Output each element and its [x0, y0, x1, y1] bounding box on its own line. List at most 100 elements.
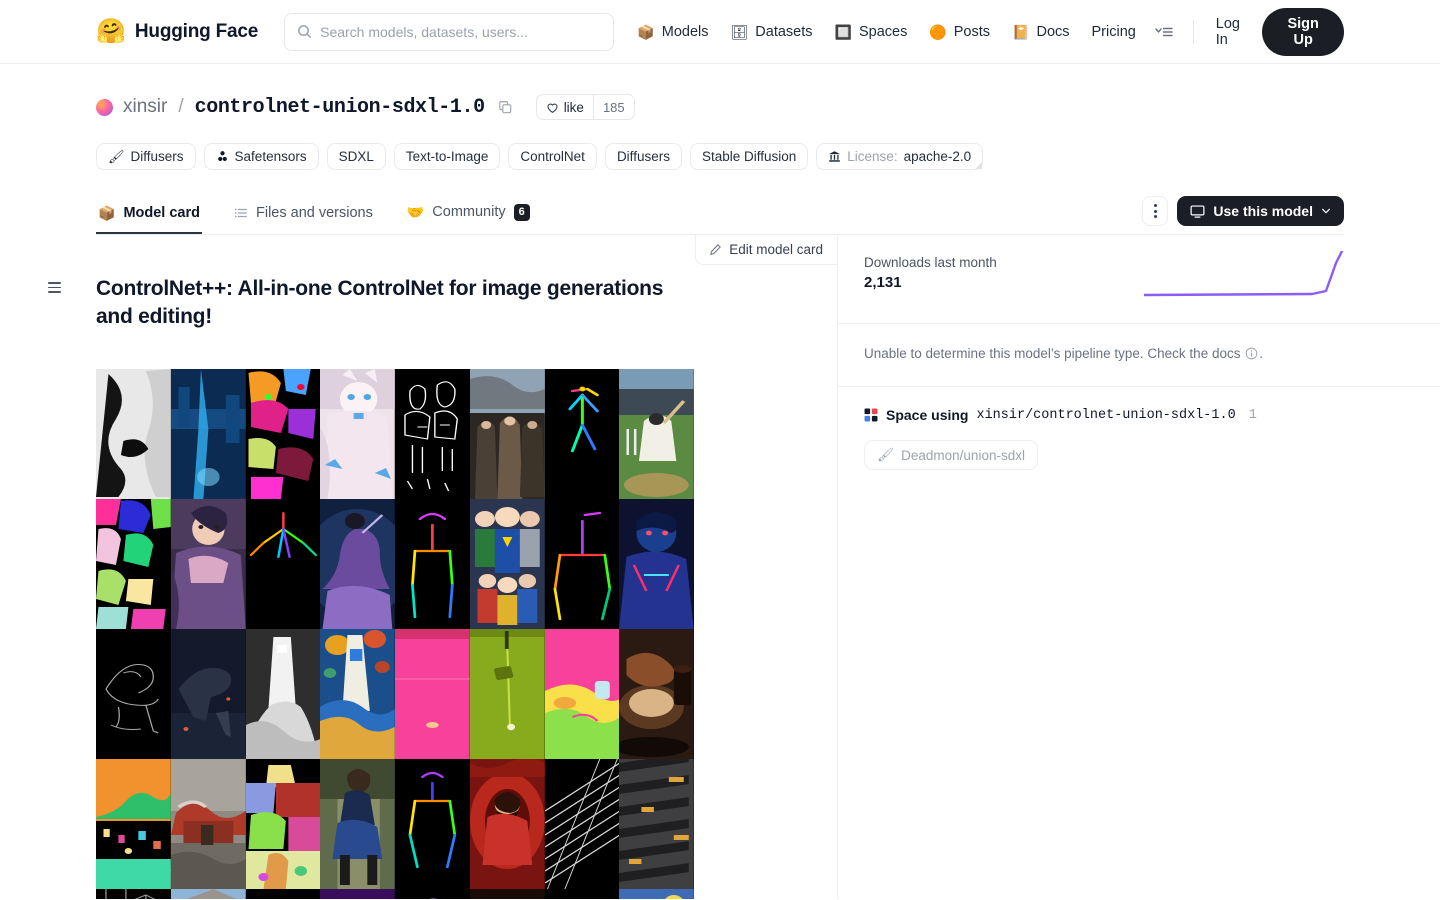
nav-item-models-label: Models [661, 23, 709, 40]
nav-item-posts-label: Posts [953, 23, 991, 40]
chevron-down-icon [1322, 208, 1330, 214]
collage-cell [395, 498, 470, 629]
more-options-button[interactable] [1142, 196, 1169, 226]
owner-avatar[interactable] [96, 98, 113, 116]
page-title: controlnet-union-sdxl-1.0 [194, 95, 485, 119]
collage-cell [245, 758, 321, 889]
tab-files-and-versions[interactable]: Files and versions [232, 199, 375, 234]
tag-label: Text-to-Image [405, 149, 489, 164]
space-item-deadmon-union-sdxl[interactable]: 🖌 Deadmon/union-sdxl [864, 440, 1038, 471]
info-icon[interactable] [1245, 346, 1258, 366]
use-this-model-label: Use this model [1213, 203, 1313, 219]
model-tabs: 📦 Model card Files and versions 🤝 Commun… [96, 198, 532, 234]
collage-cell [170, 368, 246, 499]
spaces-model-name[interactable]: xinsir/controlnet-union-sdxl-1.0 [976, 408, 1235, 423]
files-icon [234, 208, 247, 218]
collage-cell [619, 758, 694, 889]
model-sidebar: Downloads last month 2,131 Unable to det… [838, 235, 1440, 900]
tab-model-card[interactable]: 📦 Model card [96, 199, 202, 234]
collage-cell [96, 758, 171, 889]
downloads-text-block: Downloads last month 2,131 [864, 255, 997, 291]
model-tabs-row: 📦 Model card Files and versions 🤝 Commun… [96, 196, 1344, 235]
search-box[interactable] [284, 12, 615, 51]
title-separator: / [178, 96, 184, 117]
tab-community-label: Community [432, 204, 506, 221]
collage-cell [395, 628, 470, 759]
collage-cell [469, 368, 545, 499]
tag-label: Diffusers [130, 149, 184, 164]
nav-item-docs-label: Docs [1036, 23, 1070, 40]
cube-icon: 📦 [98, 205, 116, 221]
collage-cell [395, 888, 470, 899]
use-this-model-button[interactable]: Use this model [1177, 196, 1344, 226]
edit-model-card-label: Edit model card [729, 242, 823, 257]
downloads-label: Downloads last month [864, 255, 997, 270]
collage-cell [619, 498, 694, 629]
spaces-heading: Space using xinsir/controlnet-union-sdxl… [864, 407, 1344, 423]
tag-license[interactable]: License: apache-2.0 [816, 143, 984, 170]
tag-label: SDXL [338, 149, 374, 164]
like-button[interactable]: like 185 [535, 94, 635, 120]
space-item-label: Deadmon/union-sdxl [901, 447, 1025, 463]
pipeline-note-text: Unable to determine this model’s pipelin… [864, 346, 1241, 361]
tab-files-label: Files and versions [255, 205, 373, 221]
tag-controlnet[interactable]: ControlNet [508, 143, 597, 170]
nav-more-menu-button[interactable] [1147, 20, 1181, 44]
collage-cell [320, 498, 395, 629]
collage-cell [96, 498, 171, 629]
nav-item-docs[interactable]: 📔 Docs [1001, 18, 1080, 46]
collage-cell [619, 368, 694, 499]
nav-item-pricing[interactable]: Pricing [1081, 18, 1147, 46]
spaces-title: Space using [886, 407, 969, 424]
handshake-icon: 🤝 [406, 204, 425, 221]
tab-model-card-label: Model card [123, 205, 200, 221]
collage-cell [320, 888, 395, 899]
tag-diffusers-lib[interactable]: 🖌 Diffusers [96, 143, 196, 170]
like-button-main[interactable]: like [537, 95, 593, 119]
tab-community[interactable]: 🤝 Community 6 [405, 198, 532, 234]
book-icon: 📔 [1012, 23, 1030, 40]
tag-sdxl[interactable]: SDXL [326, 143, 386, 170]
tag-label: Stable Diffusion [701, 149, 797, 164]
hamburger-icon[interactable] [48, 282, 61, 293]
collage-cell [245, 368, 321, 499]
space-item-icon: 🖌 [877, 447, 895, 463]
tag-label: Safetensors [234, 149, 307, 164]
tag-license-value: apache-2.0 [903, 149, 972, 164]
nav-item-posts[interactable]: 🟠 Posts [918, 18, 1001, 46]
brand-logo-link[interactable]: 🤗 Hugging Face [96, 19, 258, 44]
collage-cell [96, 628, 171, 759]
nav-item-datasets[interactable]: 🗄 Datasets [720, 18, 824, 46]
model-title-row: xinsir / controlnet-union-sdxl-1.0 like … [96, 94, 1344, 120]
collage-cell [245, 888, 321, 899]
search-input[interactable] [320, 23, 602, 40]
community-count-badge: 6 [513, 203, 530, 221]
collage-cell [544, 888, 620, 899]
model-header: xinsir / controlnet-union-sdxl-1.0 like … [0, 64, 1440, 235]
downloads-section: Downloads last month 2,131 [838, 235, 1440, 324]
nav-item-models[interactable]: 📦 Models [626, 18, 719, 46]
tag-text-to-image[interactable]: Text-to-Image [393, 143, 501, 170]
nav-item-spaces[interactable]: 🔲 Spaces [824, 18, 919, 46]
downloads-sparkline-chart[interactable] [1144, 251, 1344, 303]
tag-safetensors[interactable]: Safetensors [203, 143, 319, 170]
pipeline-note-period: . [1259, 346, 1263, 361]
collage-cell [320, 758, 395, 889]
collage-cell [170, 758, 246, 889]
model-card-column: Edit model card ControlNet++: All-in-one… [0, 235, 838, 899]
collage-cell [469, 888, 545, 899]
spaces-icon [864, 408, 878, 422]
paintbrush-icon: 🖌 [108, 149, 125, 164]
copy-icon[interactable] [498, 100, 512, 114]
signup-button[interactable]: Sign Up [1262, 7, 1344, 56]
model-owner-link[interactable]: xinsir [123, 96, 167, 118]
header-actions: Use this model [1142, 196, 1344, 234]
collage-cell [245, 628, 321, 759]
nav-item-spaces-label: Spaces [858, 23, 908, 40]
tag-stable-diffusion[interactable]: Stable Diffusion [689, 143, 809, 170]
collage-cell [544, 498, 620, 629]
edit-model-card-button[interactable]: Edit model card [695, 235, 837, 265]
tag-diffusers[interactable]: Diffusers [604, 143, 682, 170]
login-button[interactable]: Log In [1206, 10, 1263, 54]
cube-icon: 📦 [637, 23, 655, 40]
